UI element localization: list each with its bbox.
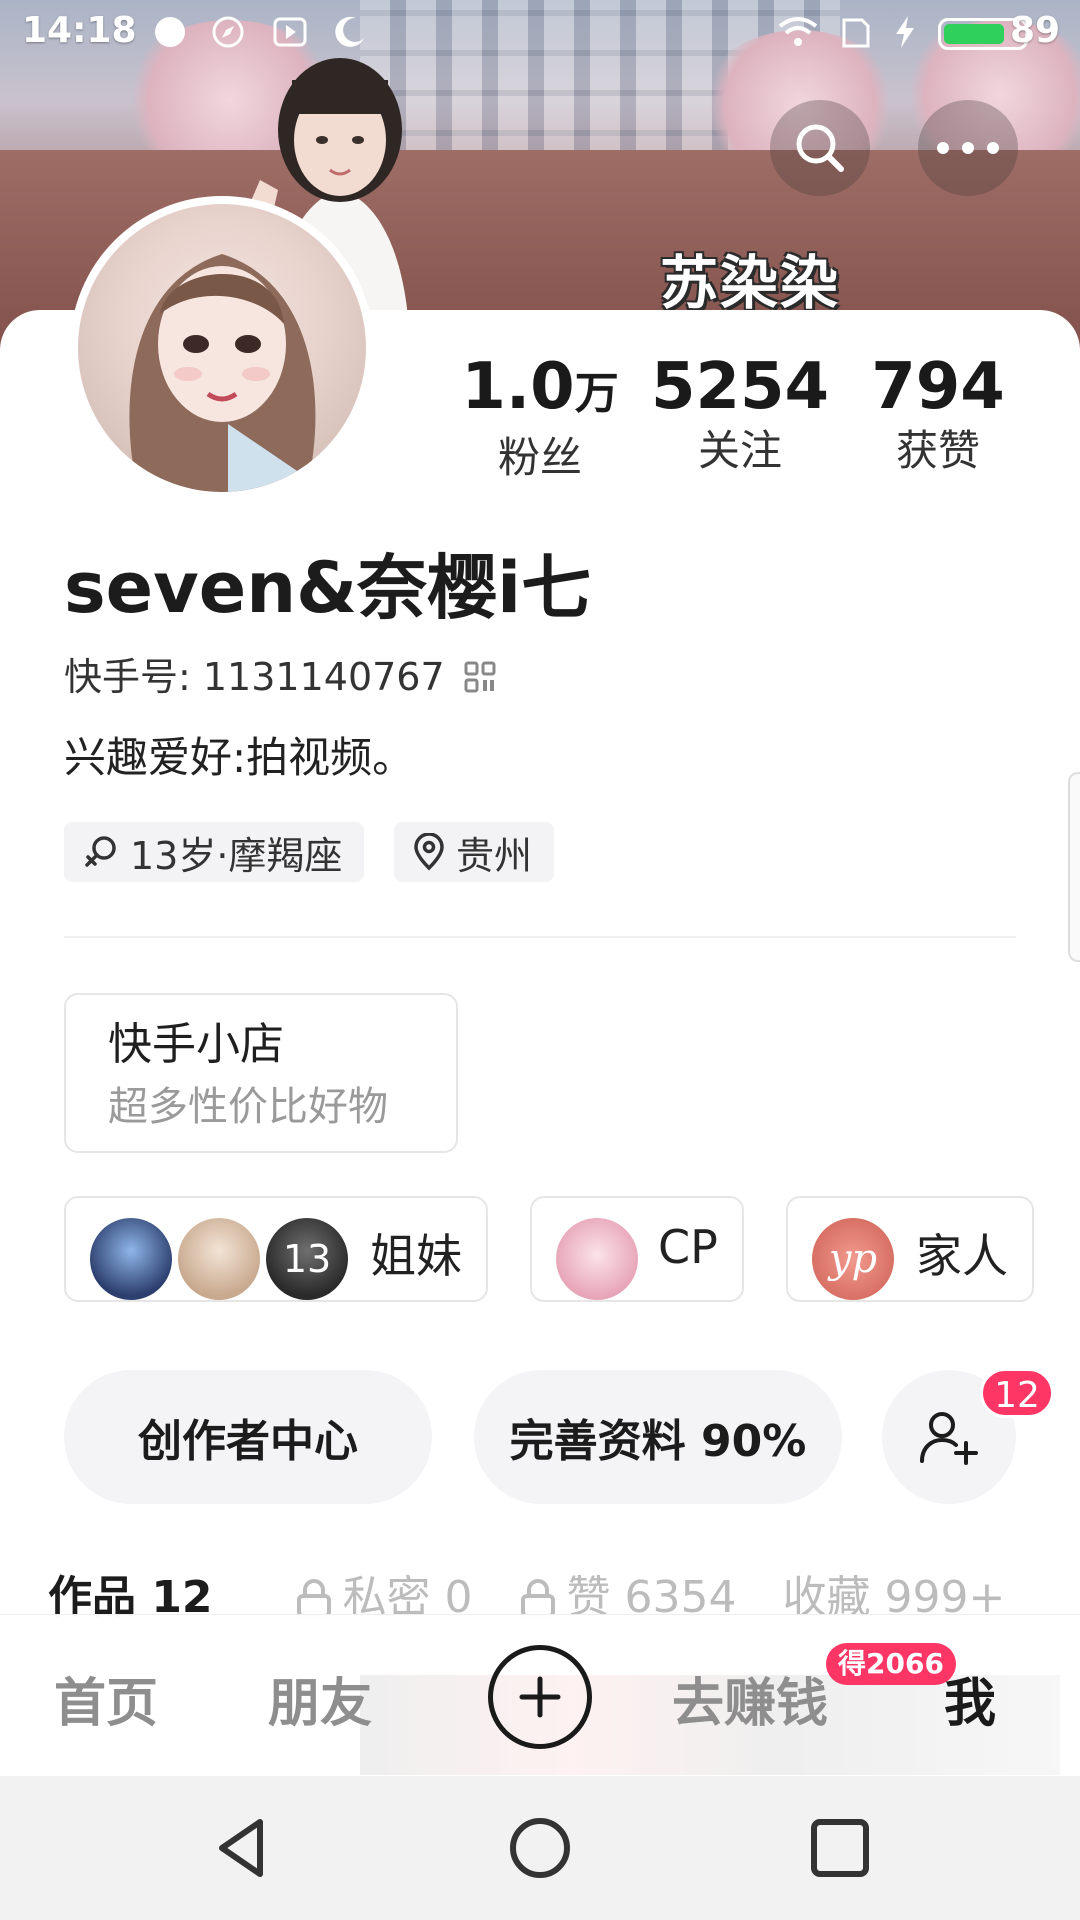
system-navigation-bar <box>0 1776 1080 1920</box>
group-member-avatar <box>556 1218 638 1300</box>
tab-private[interactable]: 私密 0 <box>295 1566 473 1620</box>
group-cp[interactable]: CP <box>530 1196 744 1302</box>
lock-icon <box>520 1579 555 1618</box>
stat-following[interactable]: 5254 关注 <box>640 350 840 478</box>
group-sisters-label: 姐妹 <box>370 1229 462 1283</box>
kuaishou-shop-card[interactable]: 快手小店 超多性价比好物 <box>64 993 458 1153</box>
stat-likes-value: 794 <box>871 350 1005 424</box>
sim-icon <box>842 18 870 48</box>
tab-private-label: 私密 0 <box>342 1572 473 1620</box>
charging-icon <box>896 16 914 48</box>
gender-female-icon <box>85 836 116 867</box>
wifi-icon <box>778 17 818 46</box>
nav-friends[interactable]: 朋友 <box>268 1661 372 1736</box>
location-pin-icon <box>414 833 444 871</box>
tab-works[interactable]: 作品 12 <box>48 1566 213 1620</box>
location-text: 贵州 <box>456 833 533 878</box>
group-family-label: 家人 <box>916 1229 1008 1283</box>
age-sign-tag: 13岁·摩羯座 <box>64 822 365 882</box>
stat-likes-label: 获赞 <box>895 426 980 475</box>
recents-icon[interactable] <box>804 1812 876 1884</box>
group-family-avatar: yp <box>812 1218 894 1300</box>
add-user-icon <box>920 1412 978 1465</box>
qr-code-icon[interactable] <box>463 660 497 694</box>
stat-following-value: 5254 <box>650 350 830 424</box>
status-bar: 14:18 89 <box>0 0 1080 64</box>
tab-favorites-label: 收藏 999+ <box>782 1572 1006 1620</box>
group-sisters[interactable]: 13 姐妹 <box>64 1196 488 1302</box>
avatar-image <box>78 204 366 492</box>
nav-me[interactable]: 我 <box>944 1661 996 1736</box>
stat-following-label: 关注 <box>697 426 782 475</box>
kuaishou-id[interactable]: 快手号: 1131140767 <box>64 652 497 702</box>
group-member-count-avatar: 13 <box>266 1218 348 1300</box>
group-member-avatar <box>90 1218 172 1300</box>
cover-watermark: 苏染染 <box>660 249 841 317</box>
section-divider <box>64 936 1016 938</box>
search-button[interactable] <box>770 100 870 196</box>
friend-request-badge: 12 <box>980 1368 1054 1418</box>
complete-profile-button[interactable]: 完善资料 90% <box>474 1370 842 1504</box>
lock-icon <box>296 1579 331 1618</box>
more-button[interactable] <box>918 100 1018 196</box>
tab-liked-label: 赞 6354 <box>566 1572 737 1620</box>
tab-liked[interactable]: 赞 6354 <box>519 1566 737 1620</box>
nav-home[interactable]: 首页 <box>54 1661 158 1736</box>
shop-subtitle: 超多性价比好物 <box>108 1084 388 1130</box>
profile-nickname: seven&奈樱i七 <box>64 547 592 629</box>
kuaishou-id-text: 快手号: 1131140767 <box>64 655 445 699</box>
notification-dot-icon <box>155 17 185 47</box>
stat-followers-value: 1.0万 <box>461 350 619 424</box>
group-family[interactable]: yp 家人 <box>786 1196 1034 1302</box>
profile-bio: 兴趣爱好:拍视频。 <box>64 733 415 782</box>
shop-title: 快手小店 <box>108 1019 284 1070</box>
avatar-illustration <box>129 254 328 492</box>
back-icon[interactable] <box>206 1812 278 1884</box>
search-icon <box>796 124 844 172</box>
tab-favorites[interactable]: 收藏 999+ <box>783 1566 1006 1620</box>
more-icon <box>937 142 999 154</box>
content-tabs: 作品 12 私密 0 赞 6354 收藏 999+ <box>48 1566 1080 1620</box>
side-edge-handle[interactable] <box>1068 772 1080 962</box>
compass-icon <box>212 16 244 48</box>
group-member-avatar <box>178 1218 260 1300</box>
stat-followers[interactable]: 1.0万 粉丝 <box>440 350 640 485</box>
nav-earn[interactable]: 去赚钱 <box>672 1661 828 1736</box>
moon-icon <box>335 16 364 47</box>
avatar[interactable] <box>70 196 374 500</box>
location-tag: 贵州 <box>394 822 555 882</box>
earn-reward-badge: 得2066 <box>826 1643 956 1685</box>
battery-level: 89 <box>1010 10 1061 51</box>
group-cp-label: CP <box>658 1220 718 1274</box>
tab-works-label: 作品 12 <box>48 1572 213 1620</box>
home-icon[interactable] <box>504 1812 576 1884</box>
profile-stats: 1.0万 粉丝 5254 关注 794 获赞 <box>440 350 1040 490</box>
creator-center-button[interactable]: 创作者中心 <box>64 1370 432 1504</box>
age-sign-text: 13岁·摩羯座 <box>130 833 343 878</box>
stat-likes[interactable]: 794 获赞 <box>838 350 1038 478</box>
stat-followers-label: 粉丝 <box>497 433 582 482</box>
video-play-icon <box>273 17 307 47</box>
bottom-navigation: 首页 朋友 去赚钱 得2066 我 <box>0 1614 1080 1776</box>
group-family-avatar-text: yp <box>828 1236 878 1282</box>
status-time: 14:18 <box>22 10 137 51</box>
create-post-button[interactable] <box>488 1645 592 1749</box>
plus-icon <box>519 1676 561 1718</box>
group-member-count: 13 <box>282 1237 332 1281</box>
